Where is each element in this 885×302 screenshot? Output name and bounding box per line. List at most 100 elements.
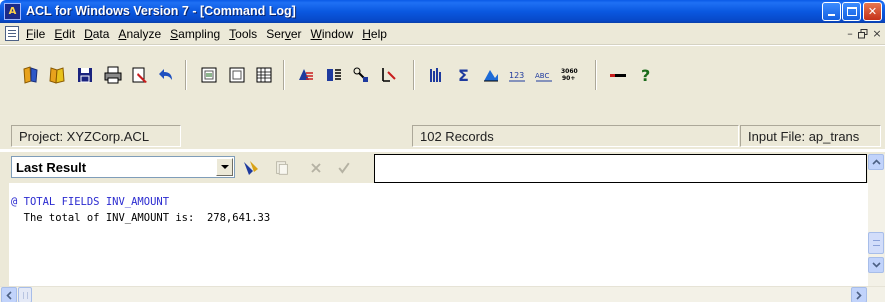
toolbar-separator — [283, 60, 285, 90]
separator-line-icon[interactable] — [606, 63, 630, 87]
child-close-button[interactable]: × — [870, 27, 884, 41]
menu-access-key: D — [84, 27, 93, 41]
acl-app-icon[interactable]: A — [4, 3, 21, 20]
maximize-button[interactable] — [842, 2, 861, 21]
status-row: Project: XYZCorp.ACL 102 Records Input F… — [0, 121, 885, 149]
chevron-down-icon[interactable] — [216, 158, 233, 176]
menu-item-file[interactable]: File — [26, 27, 45, 41]
menu-item-rest: dit — [62, 27, 76, 41]
command-log-output[interactable]: @ TOTAL FIELDS INV_AMOUNT The total of I… — [9, 186, 868, 286]
save-icon[interactable] — [73, 63, 97, 87]
restore-icon — [858, 29, 868, 39]
table-layout-icon[interactable] — [197, 63, 221, 87]
horizontal-scrollbar[interactable] — [0, 286, 885, 302]
menu-item-sampling[interactable]: Sampling — [170, 27, 220, 41]
toolbar-separator — [595, 60, 597, 90]
grip-icon — [872, 240, 880, 246]
gaps-icon[interactable]: ABC — [532, 63, 556, 87]
clear-icon[interactable] — [240, 158, 262, 178]
menu-access-key: S — [170, 27, 179, 41]
menu-bar: File Edit Data Analyze Sampling Tools Server Wi… — [0, 23, 885, 45]
menu-item-analyze[interactable]: Analyze — [118, 27, 161, 41]
menu-access-key: H — [362, 27, 371, 41]
child-restore-button[interactable] — [856, 27, 870, 41]
scroll-down-button[interactable] — [868, 257, 884, 273]
window-title: ACL for Windows Version 7 - [Command Log… — [26, 4, 296, 18]
toolbar-separator — [413, 60, 415, 90]
scroll-left-button[interactable] — [1, 287, 17, 302]
help-icon[interactable]: ? — [634, 63, 658, 87]
scrollbar-top-segment[interactable] — [868, 154, 885, 185]
close-button[interactable]: ✕ — [863, 2, 882, 21]
project-label: Project: XYZCorp.ACL — [19, 129, 150, 144]
accept-icon[interactable] — [333, 158, 355, 178]
menu-access-key: W — [310, 27, 322, 41]
menu-item-rest: ools — [235, 27, 258, 41]
vertical-scrollbar[interactable] — [868, 183, 885, 286]
open-table-icon[interactable] — [45, 63, 69, 87]
menu-item-rest: nalyze — [126, 27, 162, 41]
project-panel: Project: XYZCorp.ACL — [11, 125, 181, 147]
stratify-icon[interactable] — [349, 63, 373, 87]
grip-icon — [22, 291, 28, 299]
minimize-button[interactable] — [822, 2, 841, 21]
close-icon: ✕ — [867, 5, 878, 18]
maximize-icon — [846, 7, 857, 16]
command-input[interactable] — [374, 154, 867, 183]
input-file-label: Input File: ap_trans — [748, 129, 860, 144]
menu-item-rest: ampling — [178, 27, 221, 41]
statistics-icon[interactable] — [424, 63, 448, 87]
grid-icon[interactable] — [252, 63, 276, 87]
paste-icon[interactable] — [271, 158, 293, 178]
chevron-left-icon — [6, 290, 12, 300]
menu-item-help[interactable]: Help — [362, 27, 387, 41]
document-icon[interactable] — [5, 26, 19, 41]
svg-text:Σ: Σ — [458, 66, 469, 85]
classify-icon[interactable] — [294, 63, 318, 87]
minimize-icon — [828, 14, 835, 16]
print-icon[interactable] — [101, 63, 125, 87]
menu-item-tools[interactable]: Tools — [229, 27, 257, 41]
menu-item-rest: ata — [92, 27, 110, 41]
summarize-icon[interactable] — [322, 63, 346, 87]
svg-text:?: ? — [641, 66, 650, 85]
chevron-up-icon — [871, 159, 881, 165]
toolbar-separator — [185, 60, 187, 90]
profile-icon[interactable] — [479, 63, 503, 87]
duplicates-icon[interactable]: 3060 90+ — [558, 63, 582, 87]
child-minimize-button[interactable]: – — [843, 27, 857, 41]
undo-icon[interactable] — [154, 63, 178, 87]
record-count: 102 Records — [420, 129, 494, 144]
scroll-up-button[interactable] — [868, 154, 884, 170]
menu-item-edit[interactable]: Edit — [54, 27, 75, 41]
menu-item-server[interactable]: Server — [266, 27, 301, 41]
scroll-thumb[interactable] — [868, 232, 884, 254]
menu-item-rest: er — [290, 27, 302, 41]
input-file-panel: Input File: ap_trans — [740, 125, 881, 147]
scroll-thumb-horizontal[interactable] — [18, 287, 32, 302]
result-selector[interactable]: Last Result — [11, 156, 235, 178]
result-selector-value: Last Result — [16, 160, 87, 175]
filter-icon[interactable] — [225, 63, 249, 87]
menu-item-prefix: Ser — [266, 27, 285, 41]
scroll-right-button[interactable] — [851, 287, 867, 302]
title-bar[interactable]: A ACL for Windows Version 7 - [Command L… — [0, 0, 885, 23]
sequence-icon[interactable]: 123 — [505, 63, 529, 87]
svg-text:90+: 90+ — [562, 75, 575, 82]
menu-items: File Edit Data Analyze Sampling Tools Server Wi… — [26, 27, 396, 41]
cross-tab-icon[interactable] — [377, 63, 401, 87]
svg-text:123: 123 — [509, 71, 524, 80]
log-result-line: The total of INV_AMOUNT is: 278,641.33 — [11, 212, 271, 224]
chevron-right-icon — [856, 290, 862, 300]
menu-item-window[interactable]: Window — [311, 27, 354, 41]
records-panel: 102 Records — [412, 125, 739, 147]
svg-text:3060: 3060 — [561, 68, 578, 75]
svg-text:ABC: ABC — [535, 72, 549, 80]
cancel-icon[interactable] — [305, 158, 327, 178]
edit-view-icon[interactable] — [128, 63, 152, 87]
open-project-icon[interactable] — [19, 63, 43, 87]
menu-item-rest: ile — [33, 27, 46, 41]
total-icon[interactable]: Σ — [452, 63, 476, 87]
menu-item-rest: indow — [321, 27, 354, 41]
menu-item-data[interactable]: Data — [84, 27, 109, 41]
